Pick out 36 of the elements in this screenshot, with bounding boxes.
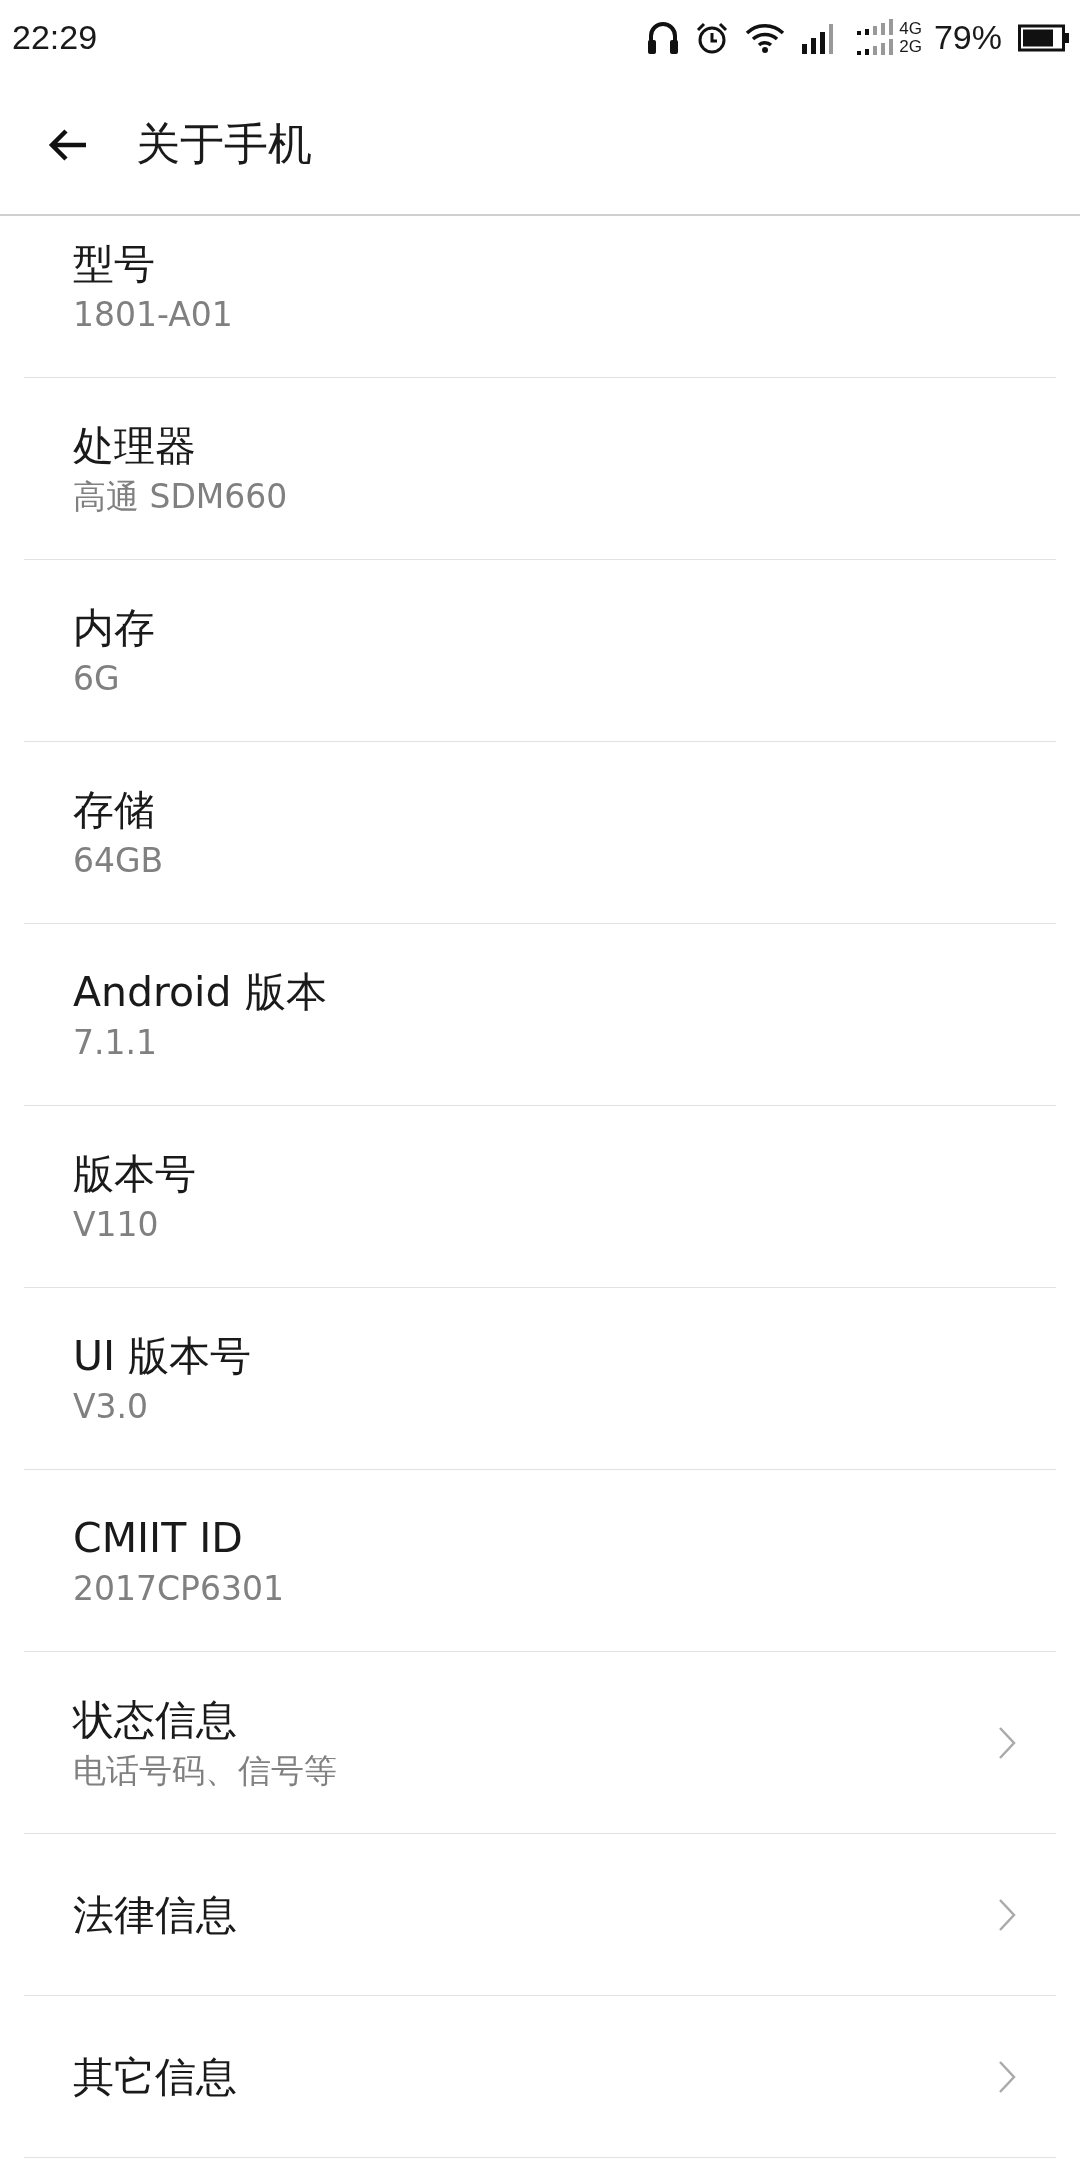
item-title: 型号	[73, 238, 156, 290]
item-title: 处理器	[73, 420, 197, 472]
settings-item[interactable]: 状态信息 电话号码、信号等	[24, 1652, 1056, 1834]
page-title: 关于手机	[136, 117, 312, 171]
settings-item[interactable]: 法律信息	[24, 1834, 1056, 1996]
item-value: 1801-A01	[73, 293, 233, 336]
item-title: 存储	[73, 784, 156, 836]
item-value: V110	[73, 1203, 160, 1246]
chevron-icon	[998, 1725, 1016, 1760]
item-value: 6G	[73, 657, 121, 700]
item-value: V3.0	[73, 1385, 150, 1428]
network-type-label: 2G	[899, 37, 922, 56]
item-title: 法律信息	[73, 1889, 237, 1941]
item-title: Android 版本	[73, 966, 327, 1018]
item-value: 64GB	[73, 839, 164, 882]
alarm-clock-icon	[695, 20, 730, 55]
item-title: 其它信息	[73, 2051, 237, 2103]
item-title: 内存	[73, 602, 155, 654]
wifi-icon	[745, 22, 786, 53]
settings-item[interactable]: 其它信息	[24, 1996, 1056, 2158]
item-value: 2017CP6301	[73, 1567, 284, 1610]
status-time: 22:29	[12, 18, 98, 57]
headphones-icon	[647, 19, 680, 56]
back-arrow-icon	[48, 127, 88, 162]
network-type-label: 4G	[899, 19, 922, 38]
chevron-icon	[998, 1897, 1016, 1932]
item-title: CMIIT ID	[73, 1512, 244, 1564]
item-title: 状态信息	[73, 1694, 238, 1746]
item-value: 电话号码、信号等	[73, 1749, 337, 1792]
item-title: 版本号	[73, 1148, 196, 1200]
chevron-icon	[998, 2059, 1016, 2094]
battery-icon	[1018, 23, 1070, 52]
battery-percent: 79%	[933, 18, 1002, 57]
item-value: 7.1.1	[73, 1021, 158, 1064]
item-value: 高通 SDM660	[73, 475, 288, 518]
item-title: UI 版本号	[73, 1330, 252, 1382]
